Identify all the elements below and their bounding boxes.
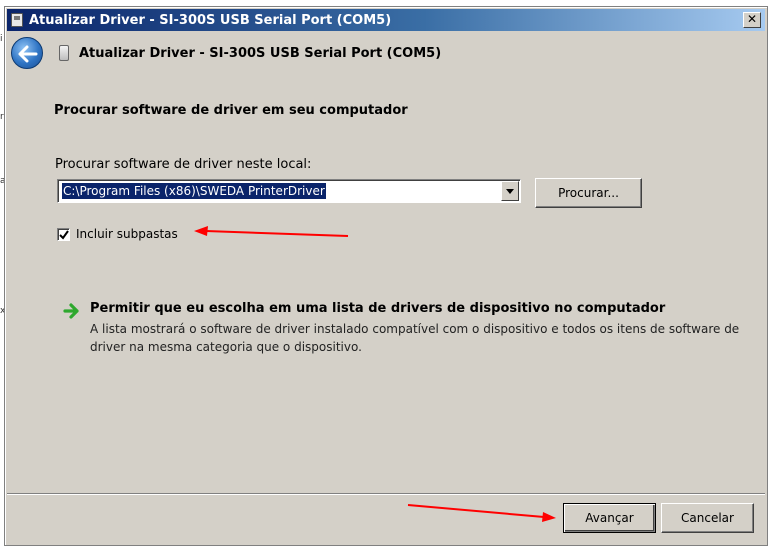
wizard-header: Atualizar Driver - SI-300S USB Serial Po… [7, 33, 765, 73]
page-heading: Procurar software de driver em seu compu… [54, 103, 408, 118]
device-title-icon [11, 13, 23, 27]
next-button[interactable]: Avançar [563, 503, 656, 533]
driver-path-input[interactable]: C:\Program Files (x86)\SWEDA PrinterDriv… [62, 183, 326, 199]
checkmark-icon [59, 229, 69, 240]
back-button[interactable] [11, 37, 43, 69]
wizard-title: Atualizar Driver - SI-300S USB Serial Po… [79, 45, 442, 61]
title-bar[interactable]: Atualizar Driver - SI-300S USB Serial Po… [7, 9, 765, 31]
dropdown-button[interactable] [501, 181, 519, 201]
path-label: Procurar software de driver neste local: [55, 157, 312, 172]
update-driver-dialog: Atualizar Driver - SI-300S USB Serial Po… [4, 6, 768, 546]
include-subfolders-row[interactable]: Incluir subpastas [57, 227, 178, 241]
window-title: Atualizar Driver - SI-300S USB Serial Po… [29, 12, 392, 28]
include-subfolders-label: Incluir subpastas [76, 227, 178, 241]
usb-device-icon [59, 45, 69, 61]
chevron-down-icon [506, 189, 514, 194]
green-arrow-icon [63, 303, 79, 319]
option-description: A lista mostrará o software de driver in… [90, 322, 740, 354]
option-title[interactable]: Permitir que eu escolha em uma lista de … [90, 301, 665, 316]
back-arrow-icon [18, 45, 38, 63]
wizard-content: Procurar software de driver em seu compu… [7, 73, 765, 493]
cancel-button[interactable]: Cancelar [661, 503, 754, 533]
background-fragment: i [0, 34, 3, 44]
close-button[interactable]: ✕ [743, 12, 761, 28]
footer-divider [7, 493, 765, 495]
driver-path-combobox[interactable]: C:\Program Files (x86)\SWEDA PrinterDriv… [57, 179, 521, 203]
browse-button[interactable]: Procurar... [535, 178, 642, 208]
include-subfolders-checkbox[interactable] [57, 227, 70, 241]
